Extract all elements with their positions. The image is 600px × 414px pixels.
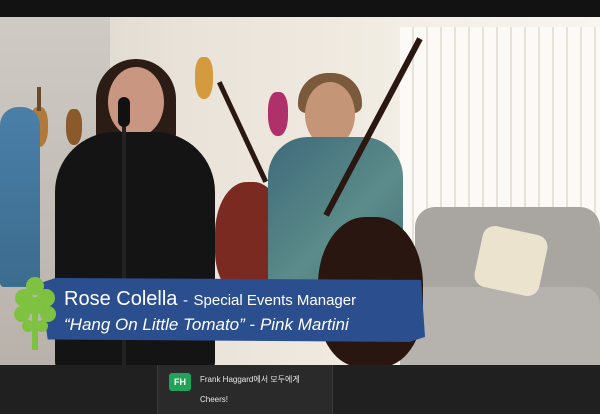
guitar-neck	[37, 87, 41, 111]
song-separator: -	[249, 315, 256, 334]
song-artist: Pink Martini	[259, 315, 349, 334]
woman-face	[108, 67, 164, 137]
song-title: “Hang On Little Tomato”	[64, 315, 245, 334]
wall-guitar	[66, 109, 82, 145]
wall-guitar	[195, 57, 213, 99]
top-bar	[0, 0, 600, 17]
microphone	[118, 97, 130, 127]
presenter-name-line: Rose Colella - Special Events Manager	[64, 288, 356, 311]
presenter-role: Special Events Manager	[193, 292, 357, 309]
cello-neck	[216, 81, 269, 183]
background-person	[0, 107, 40, 287]
tree-logo-icon	[14, 277, 56, 350]
wall-guitar	[268, 92, 288, 136]
presenter-name: Rose Colella	[64, 288, 178, 310]
chat-notification[interactable]: FH Frank Haggard에서 모두에게 Cheers!	[157, 365, 333, 414]
sender-avatar: FH	[169, 373, 191, 391]
pillow	[472, 223, 550, 299]
chat-sender: Frank Haggard에서 모두에게	[200, 375, 300, 384]
chat-message: Cheers!	[200, 395, 229, 404]
name-separator: -	[182, 292, 188, 309]
meeting-window: Rose Colella - Special Events Manager “H…	[0, 0, 600, 414]
couch-seat	[400, 287, 600, 365]
song-line: “Hang On Little Tomato” - Pink Martini	[64, 315, 349, 335]
